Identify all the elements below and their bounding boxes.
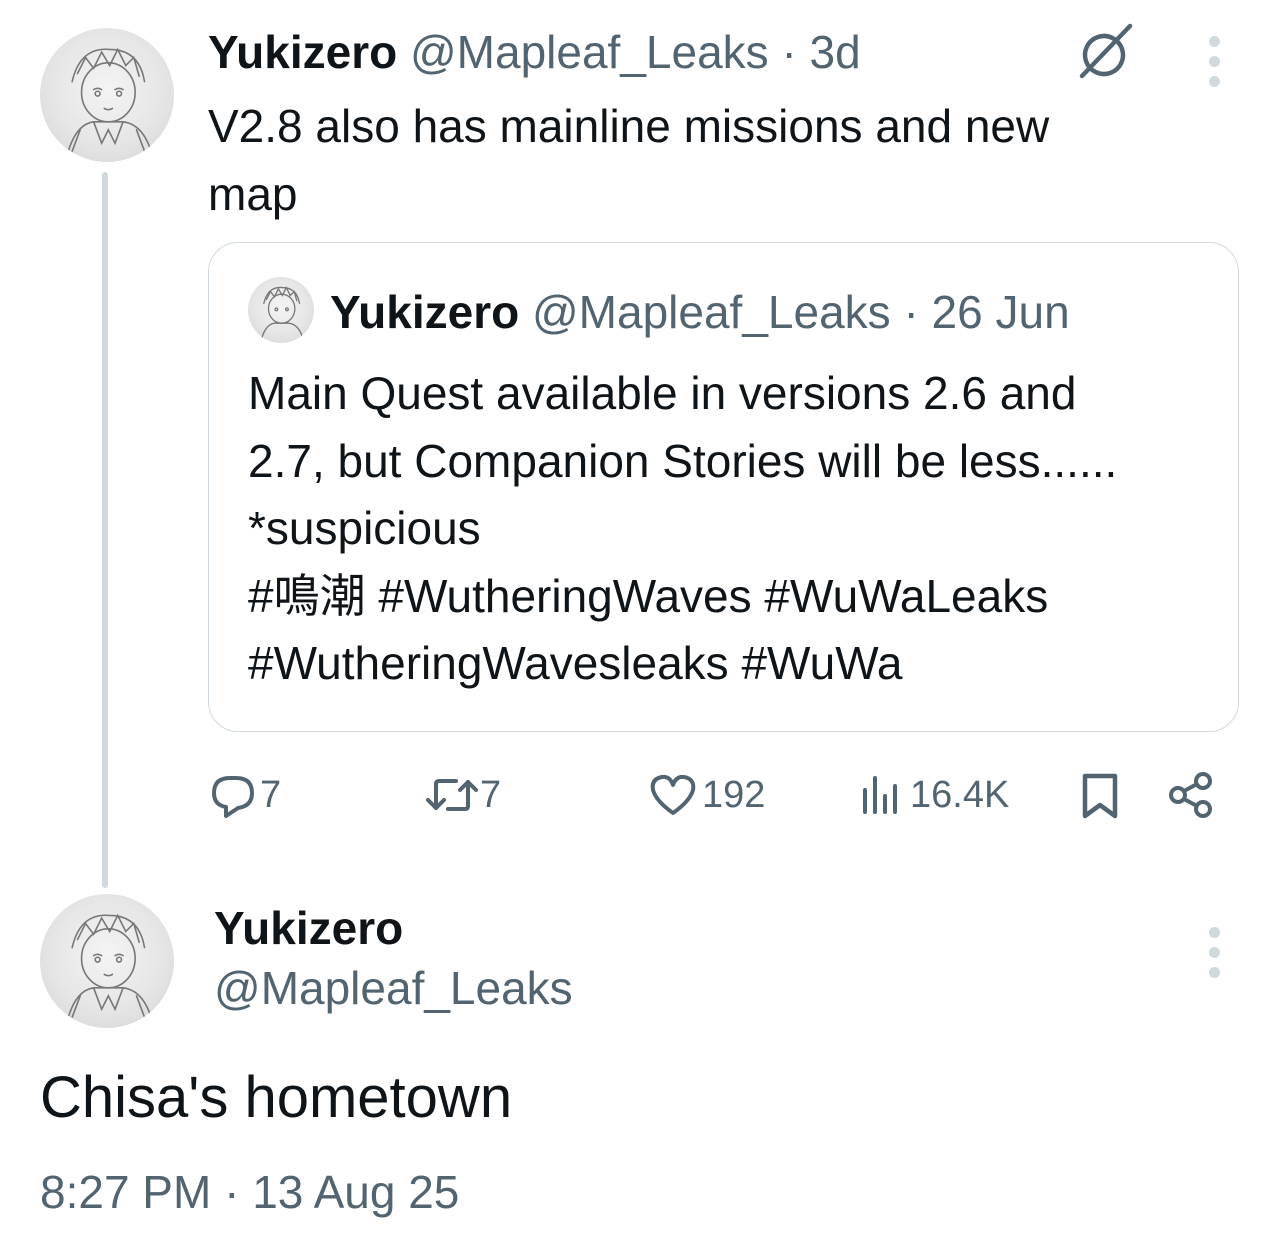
main-display-name[interactable]: Yukizero [214,898,403,958]
like-button[interactable]: 192 [648,770,765,820]
avatar-sketch-image [65,47,154,158]
repost-button[interactable]: 7 [424,770,501,820]
repost-arrows-icon [426,779,478,811]
reply-button[interactable]: 7 [208,770,281,820]
repost-count: 7 [480,773,502,816]
bar-chart-icon [863,776,897,814]
reply-count: 7 [260,773,282,816]
like-count: 192 [702,773,766,816]
share-icon[interactable] [1166,770,1216,820]
bookmark-icon[interactable] [1080,772,1120,820]
main-handle[interactable]: @Mapleaf_Leaks [214,958,573,1018]
quoted-text-line: Main Quest available in versions 2.6 and [248,367,1077,419]
thread-connector-line [102,172,108,888]
main-avatar[interactable] [40,894,174,1028]
quoted-text: Main Quest available in versions 2.6 and… [248,360,1117,698]
display-name[interactable]: Yukizero [208,26,397,78]
heart-icon [650,774,696,815]
speech-bubble-icon [212,776,254,818]
handle-and-time[interactable]: @Mapleaf_Leaks · 3d [410,26,861,78]
reply-text-line: map [208,168,298,220]
quoted-header: Yukizero @Mapleaf_Leaks · 26 Jun [330,284,1070,340]
main-timestamp[interactable]: 8:27 PM · 13 Aug 25 [40,1162,459,1222]
main-tweet-text: Chisa's hometown [40,1065,513,1130]
grok-icon[interactable] [1074,22,1134,82]
main-more-options-icon[interactable] [1207,927,1221,978]
avatar[interactable] [40,28,174,162]
reply-text-line: V2.8 also has mainline missions and new [208,100,1050,152]
avatar-sketch-image [260,286,305,342]
quoted-text-line: 2.7, but Companion Stories will be less.… [248,434,1118,487]
views-button[interactable]: 16.4K [858,770,1009,820]
views-count: 16.4K [910,773,1010,816]
quoted-handle-and-time: @Mapleaf_Leaks · 26 Jun [531,286,1070,338]
reply-header: Yukizero @Mapleaf_Leaks · 3d [208,24,861,80]
reply-text: V2.8 also has mainline missions and new … [208,92,1049,228]
quoted-text-line: #WutheringWavesleaks #WuWa [248,637,903,689]
quoted-text-line: #鳴潮 #WutheringWaves #WuWaLeaks [248,569,1049,622]
quoted-text-line: *suspicious [248,502,481,554]
quoted-display-name: Yukizero [330,286,520,338]
avatar-sketch-image [65,913,154,1024]
more-options-icon[interactable] [1207,36,1221,87]
quoted-avatar [248,277,314,343]
